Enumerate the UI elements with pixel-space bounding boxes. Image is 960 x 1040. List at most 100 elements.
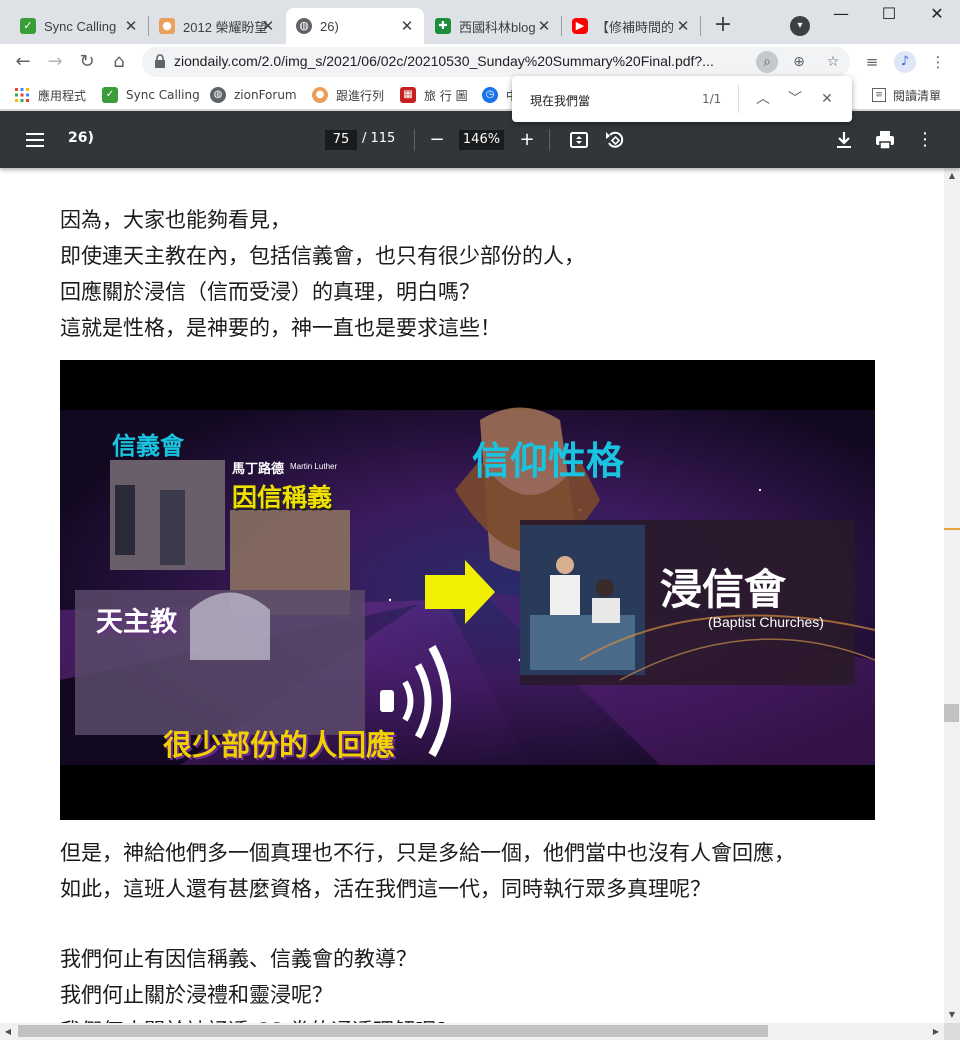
download-icon[interactable] [832,128,856,152]
text-line: 我們何止有因信稱義、信義會的教導？ [60,947,417,971]
basilica-dome [190,592,270,660]
toolbar-divider [549,129,550,151]
tab-youtube[interactable]: ▶ 【修補時間的 ✕ [562,8,700,44]
find-input[interactable]: 現在我們當 [530,92,590,109]
cookie-favicon-icon: ● [312,87,328,103]
zoom-icon[interactable]: ⊕ [788,51,810,73]
address-bar[interactable]: ziondaily.com/2.0/img_s/2021/06/02c/2021… [142,47,850,77]
find-close-icon[interactable]: ✕ [816,88,838,110]
scroll-up-arrow-icon[interactable]: ▲ [944,168,960,184]
bookmark-star-icon[interactable]: ☆ [822,51,844,73]
pdf-more-options-icon[interactable]: ⋮ [913,128,937,152]
tab-blog[interactable]: ✚ 西國科林blog ✕ [425,8,561,44]
bookmark-label: 閱讀清單 [893,88,942,103]
vertical-scroll-thumb[interactable] [944,704,959,722]
forward-arrow-icon[interactable]: → [43,50,67,74]
bookmark-reading-list[interactable]: ≡ 閱讀清單 [872,85,941,105]
label-luther-en: Martin Luther [290,462,338,471]
find-bar: 現在我們當 1/1 ︿ ﹀ ✕ [512,76,852,122]
bookmark-label: 旅 行 圖 [424,88,468,103]
find-previous-chevron-up-icon[interactable]: ︿ [752,88,774,110]
new-tab-plus-icon[interactable]: + [711,14,735,38]
cross-favicon-icon: ✚ [435,18,451,34]
bookmark-follow-up[interactable]: ● 跟進行列 [312,85,384,105]
bookmark-label: Sync Calling [126,88,200,102]
tab-pdf-active[interactable]: ◍ 26) ✕ [286,8,424,44]
rotate-icon[interactable] [603,128,627,152]
bookmark-sync-calling[interactable]: ✓ Sync Calling [102,85,200,105]
close-icon[interactable]: ✕ [674,17,692,35]
text-line: 我們何止關於浸禮和靈浸呢？ [60,983,333,1007]
paragraph-3: 我們何止有因信稱義、信義會的教導？ 我們何止關於浸禮和靈浸呢？ 我們何止關於被誦… [60,941,457,1023]
vertical-scrollbar[interactable]: ▲ ▼ [944,168,960,1023]
travel-favicon-icon: ▦ [400,87,416,103]
close-icon[interactable]: ✕ [535,17,553,35]
profile-avatar-icon[interactable]: ♪ [894,51,916,73]
label-few-respond: 很少部份的人回應 [163,728,396,762]
sound-source [380,690,394,712]
print-icon[interactable] [873,128,897,152]
close-icon[interactable]: ✕ [398,17,416,35]
apps-grid-icon [15,88,29,102]
pdf-document-title: 26) [68,130,94,146]
horizontal-scrollbar[interactable]: ◀ ▶ [0,1023,944,1040]
text-line: 但是，神給他們多一個真理也不行，只是多給一個，他們當中也沒有人會回應， [60,841,795,865]
media-queue-icon[interactable]: ≡ [860,50,884,74]
bookmark-zionforum[interactable]: ◍ zionForum [210,85,297,105]
label-catholic: 天主教 [96,607,177,638]
label-faith-character: 信仰性格 [472,439,625,483]
paragraph-2: 但是，神給他們多一個真理也不行，只是多給一個，他們當中也沒有人會回應， 如此，這… [60,835,795,907]
hamburger-menu-icon[interactable] [24,129,46,151]
cookie-favicon-icon: ● [159,18,175,34]
close-icon[interactable]: ✕ [259,17,277,35]
horizontal-scroll-thumb[interactable] [18,1025,768,1037]
zoom-level-input[interactable]: 146% [459,130,504,150]
label-luther-cn: 馬丁路德 [232,462,285,477]
find-next-chevron-down-icon[interactable]: ﹀ [784,88,806,110]
label-baptist-en: (Baptist Churches) [708,614,824,630]
find-in-page-icon[interactable]: ⌕ [756,51,778,73]
pdf-page-viewport: 因為，大家也能夠看見， 即使連天主教在內，包括信義會，也只有很少部份的人， 回應… [0,168,944,1023]
window-close-icon[interactable]: ✕ [922,4,952,28]
text-line: 我們何止關於被誦透 66 卷的通透理解呢？ [60,1013,457,1023]
paragraph-1: 因為，大家也能夠看見， 即使連天主教在內，包括信義會，也只有很少部份的人， 回應… [60,202,585,346]
globe-favicon-icon: ◍ [210,87,226,103]
globe-favicon-icon: ◍ [296,18,312,34]
sermon-slide-image: 信義會 馬丁路德 Martin Luther 因信稱義 信仰性格 天主教 浸信會… [60,360,875,820]
bookmark-apps[interactable]: 應用程式 [14,85,86,105]
sync-calling-favicon-icon: ✓ [20,18,36,34]
minimize-icon[interactable]: — [826,4,856,28]
close-icon[interactable]: ✕ [122,17,140,35]
text-line: 回應關於浸信（信而受浸）的真理，明白嗎？ [60,280,480,304]
find-divider [738,85,739,113]
lock-icon [155,54,165,68]
browser-toolbar: ← → ↻ ⌂ ziondaily.com/2.0/img_s/2021/06/… [0,44,960,80]
page-number-input[interactable]: 75 [325,130,357,150]
zoom-in-plus-icon[interactable]: + [515,128,539,152]
reading-list-icon: ≡ [872,88,886,102]
label-justification: 因信稱義 [232,483,333,512]
find-match-marker [944,528,960,530]
bookmark-travel[interactable]: ▦ 旅 行 圖 [400,85,468,105]
find-match-count: 1/1 [702,92,722,106]
page-total: / 115 [362,131,396,146]
toolbar-divider [414,129,415,151]
fit-to-page-icon[interactable] [567,128,591,152]
reload-icon[interactable]: ↻ [75,50,99,74]
text-line: 因為，大家也能夠看見， [60,208,291,232]
tab-strip: ✓ Sync Calling ✕ ● 2012 榮耀盼望 ✕ ◍ 26) ✕ ✚… [0,0,960,44]
scroll-right-arrow-icon[interactable]: ▶ [928,1023,944,1040]
scroll-left-arrow-icon[interactable]: ◀ [0,1023,16,1040]
tab-sync-calling[interactable]: ✓ Sync Calling ✕ [10,8,148,44]
tab-search-chevron-icon[interactable]: ▾ [790,16,810,36]
back-arrow-icon[interactable]: ← [11,50,35,74]
tab-rongyao[interactable]: ● 2012 榮耀盼望 ✕ [149,8,285,44]
text-line: 這就是性格，是神要的，神一直也是要求這些！ [60,316,501,340]
bookmark-label: zionForum [234,88,297,102]
zoom-out-minus-icon[interactable]: − [425,128,449,152]
bookmark-label: 跟進行列 [336,88,385,103]
maximize-icon[interactable]: ☐ [874,4,904,28]
home-icon[interactable]: ⌂ [107,50,131,74]
more-menu-icon[interactable]: ⋮ [926,50,950,74]
scroll-down-arrow-icon[interactable]: ▼ [944,1007,960,1023]
